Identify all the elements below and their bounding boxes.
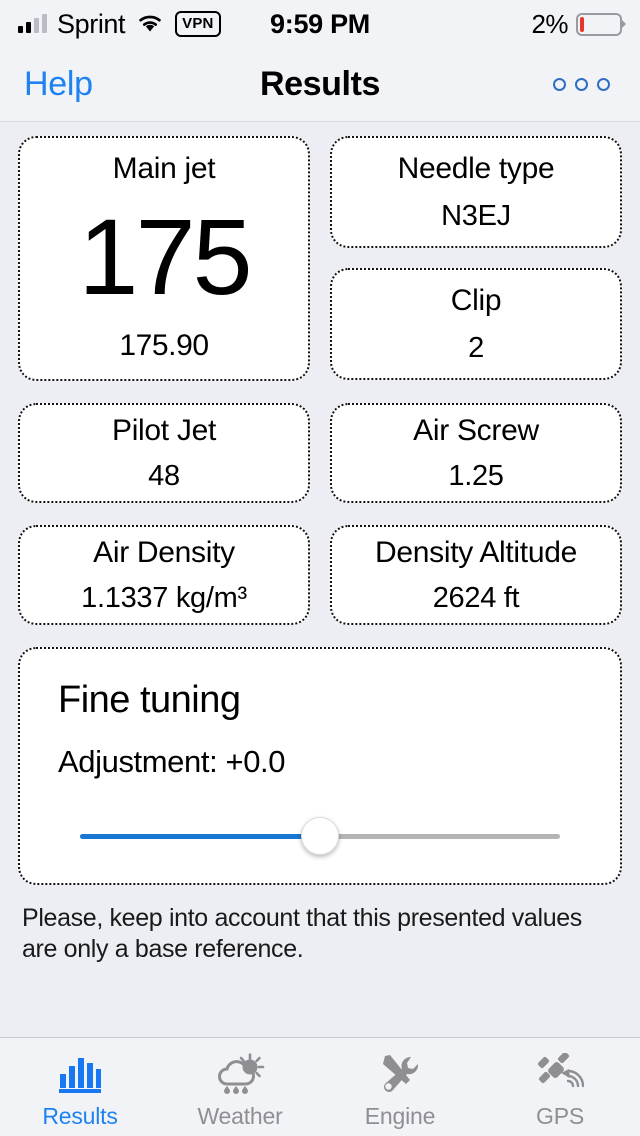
tab-engine[interactable]: Engine <box>320 1038 480 1136</box>
battery-percent-label: 2% <box>531 8 569 39</box>
pilot-jet-card[interactable]: Pilot Jet 48 <box>18 403 310 503</box>
clip-card[interactable]: Clip 2 <box>330 268 622 380</box>
vpn-badge: VPN <box>175 11 221 37</box>
status-bar-time: 9:59 PM <box>270 8 370 39</box>
status-bar-left: Sprint VPN <box>18 9 270 40</box>
tab-gps-label: GPS <box>536 1102 584 1129</box>
air-density-card[interactable]: Air Density 1.1337 kg/m³ <box>18 525 310 625</box>
tab-bar: Results Weather Engine GPS <box>0 1037 640 1136</box>
battery-icon <box>576 12 623 36</box>
air-screw-title: Air Screw <box>413 413 539 447</box>
main-jet-subvalue: 175.90 <box>119 329 209 362</box>
wrench-screwdriver-icon <box>371 1051 429 1097</box>
slider-thumb[interactable] <box>301 817 339 855</box>
fine-tuning-title: Fine tuning <box>58 679 241 721</box>
disclaimer-text: Please, keep into account that this pres… <box>22 904 582 964</box>
needle-type-card[interactable]: Needle type N3EJ <box>330 136 622 248</box>
sun-cloud-rain-icon <box>211 1051 269 1097</box>
slider-track[interactable] <box>80 817 560 855</box>
air-density-title: Air Density <box>93 535 235 569</box>
tab-weather[interactable]: Weather <box>160 1038 320 1136</box>
air-screw-card[interactable]: Air Screw 1.25 <box>330 403 622 503</box>
pilot-jet-title: Pilot Jet <box>111 413 216 447</box>
app-root: Sprint VPN 9:59 PM 2% Help Results Main … <box>0 0 640 1136</box>
clip-title: Clip <box>450 283 502 317</box>
help-button[interactable]: Help <box>24 65 93 104</box>
adjustment-label: Adjustment: +0.0 <box>58 744 286 779</box>
tab-engine-label: Engine <box>364 1102 436 1129</box>
jet-screw-row: Pilot Jet 48 Air Screw 1.25 <box>18 403 622 503</box>
cellular-bars-icon <box>18 14 47 33</box>
main-jet-card[interactable]: Main jet 175 175.90 <box>18 136 310 381</box>
tab-results[interactable]: Results <box>0 1038 160 1136</box>
needle-type-title: Needle type <box>397 151 555 185</box>
results-content: Main jet 175 175.90 Needle type N3EJ Cli… <box>0 122 640 1037</box>
carrier-label: Sprint <box>57 8 126 39</box>
top-card-grid: Main jet 175 175.90 Needle type N3EJ Cli… <box>18 136 622 381</box>
bar-chart-icon <box>51 1051 109 1097</box>
air-density-value: 1.1337 kg/m³ <box>81 581 247 614</box>
page-title: Results <box>259 65 381 103</box>
clip-value: 2 <box>468 331 484 364</box>
density-altitude-title: Density Altitude <box>375 535 577 569</box>
adjustment-slider[interactable] <box>80 814 560 858</box>
needle-type-value: N3EJ <box>441 199 511 232</box>
fine-tuning-card: Fine tuning Adjustment: +0.0 <box>18 647 622 885</box>
more-options-icon[interactable] <box>547 72 616 97</box>
tab-results-label: Results <box>42 1102 118 1129</box>
nav-right-slot <box>380 72 616 97</box>
left-column: Main jet 175 175.90 <box>18 136 310 381</box>
air-screw-value: 1.25 <box>448 459 504 492</box>
nav-left-slot: Help <box>24 65 260 104</box>
satellite-icon <box>531 1051 589 1097</box>
status-bar-right: 2% <box>370 8 623 40</box>
status-bar: Sprint VPN 9:59 PM 2% <box>0 0 640 48</box>
density-altitude-value: 2624 ft <box>432 581 520 614</box>
density-row: Air Density 1.1337 kg/m³ Density Altitud… <box>18 525 622 625</box>
navigation-bar: Help Results <box>0 48 640 122</box>
pilot-jet-value: 48 <box>148 459 180 492</box>
tab-weather-label: Weather <box>197 1102 283 1129</box>
right-column: Needle type N3EJ Clip 2 <box>330 136 622 381</box>
main-jet-title: Main jet <box>112 152 216 185</box>
slider-fill <box>80 833 320 839</box>
wifi-icon <box>135 9 165 40</box>
tab-gps[interactable]: GPS <box>480 1038 640 1136</box>
density-altitude-card[interactable]: Density Altitude 2624 ft <box>330 525 622 625</box>
main-jet-value: 175 <box>78 196 252 318</box>
